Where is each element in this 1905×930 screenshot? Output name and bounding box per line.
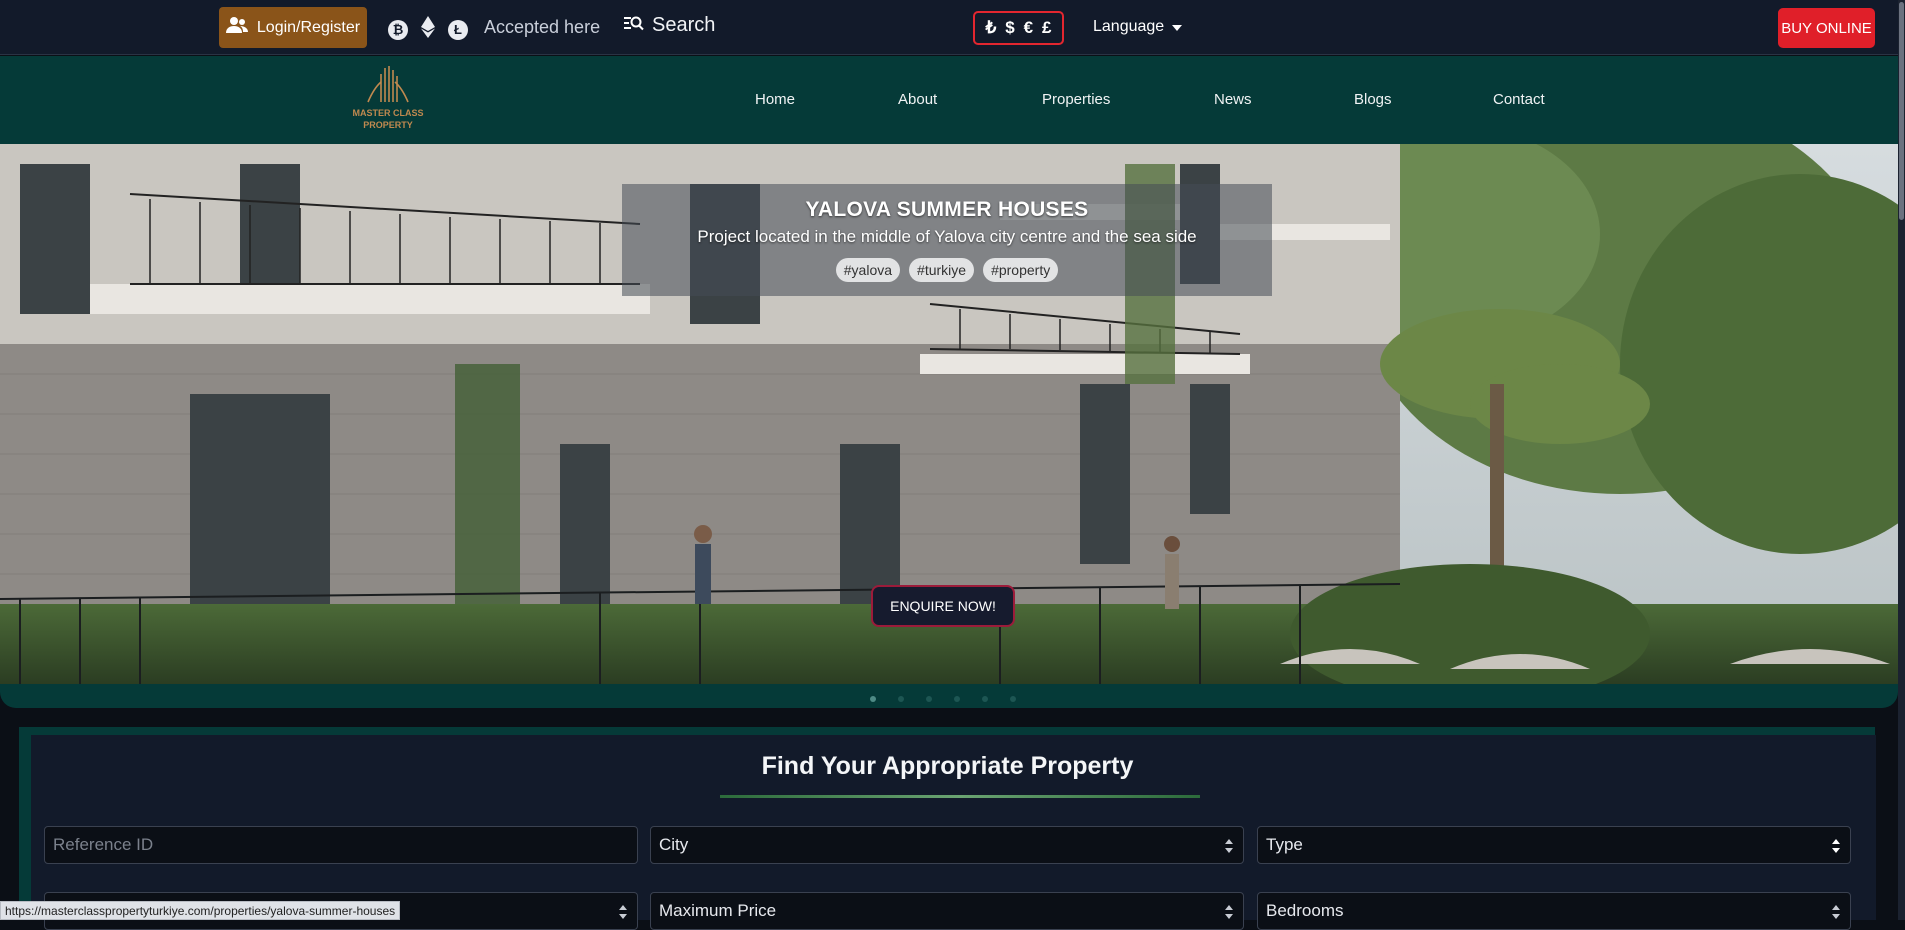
login-register-label: Login/Register [256, 18, 361, 36]
currency-usd[interactable]: $ [1005, 18, 1014, 38]
top-bar: Login/Register ₿ Ł Accepted here Search … [0, 0, 1905, 55]
ethereum-icon [420, 16, 436, 43]
select-arrows-icon [1225, 839, 1233, 853]
accepted-here-text: Accepted here [484, 17, 601, 37]
language-dropdown[interactable]: Language [1093, 18, 1183, 36]
enquire-now-button[interactable]: ENQUIRE NOW! [871, 585, 1015, 627]
search-label: Search [652, 14, 716, 36]
select-arrows-icon [1832, 905, 1840, 919]
main-navbar: MASTER CLASS PROPERTY Home About Propert… [0, 56, 1898, 144]
currency-switcher: ₺ $ € £ [973, 11, 1064, 45]
slider-dot[interactable] [954, 696, 960, 702]
city-select[interactable]: City [650, 826, 1244, 864]
select-arrows-icon [1832, 839, 1840, 853]
page-scrollbar[interactable] [1898, 0, 1905, 920]
nav-home[interactable]: Home [755, 91, 795, 108]
slider-dot[interactable] [1010, 696, 1016, 702]
users-icon [225, 16, 248, 39]
login-register-button[interactable]: Login/Register [219, 7, 367, 48]
hero-caption: YALOVA SUMMER HOUSES Project located in … [622, 184, 1272, 296]
slider-dot[interactable] [870, 696, 876, 702]
nav-properties[interactable]: Properties [1042, 91, 1110, 108]
nav-news[interactable]: News [1214, 91, 1252, 108]
site-logo[interactable]: MASTER CLASS PROPERTY [350, 62, 426, 142]
search-icon [624, 14, 644, 37]
buy-online-button[interactable]: BUY ONLINE [1778, 8, 1875, 48]
hero-tags: #yalova #turkiye #property [622, 258, 1272, 282]
logo-text: MASTER CLASS PROPERTY [352, 107, 423, 131]
search-button[interactable]: Search [624, 14, 715, 37]
slider-dot[interactable] [926, 696, 932, 702]
maximum-price-value: Maximum Price [659, 901, 777, 920]
currency-try[interactable]: ₺ [985, 18, 996, 38]
logo-line-1: MASTER CLASS [352, 108, 424, 118]
logo-line-2: PROPERTY [363, 120, 413, 130]
scrollbar-thumb[interactable] [1899, 2, 1904, 220]
nav-blogs[interactable]: Blogs [1354, 91, 1392, 108]
currency-gbp[interactable]: £ [1042, 18, 1051, 38]
maximum-price-select[interactable]: Maximum Price [650, 892, 1244, 930]
finder-title: Find Your Appropriate Property [761, 752, 1134, 780]
tag-yalova[interactable]: #yalova [835, 258, 901, 282]
browser-status-url: https://masterclasspropertyturkiye.com/p… [0, 901, 401, 920]
type-select[interactable]: Type [1257, 826, 1851, 864]
nav-about[interactable]: About [898, 91, 937, 108]
bedrooms-select[interactable]: Bedrooms [1257, 892, 1851, 930]
hero-subtitle: Project located in the middle of Yalova … [697, 227, 1197, 246]
reference-id-input[interactable]: Reference ID [44, 826, 638, 864]
litecoin-icon: Ł [448, 19, 468, 40]
select-arrows-icon [619, 905, 627, 919]
bitcoin-icon: ₿ [388, 19, 408, 40]
tag-turkiye[interactable]: #turkiye [909, 258, 975, 282]
logo-mark-icon [367, 66, 409, 103]
slider-dot[interactable] [982, 696, 988, 702]
caret-down-icon [1172, 18, 1183, 36]
nav-contact[interactable]: Contact [1493, 91, 1545, 108]
tag-property[interactable]: #property [983, 258, 1059, 282]
slider-dots [870, 696, 1016, 702]
hero-title: YALOVA SUMMER HOUSES [805, 198, 1089, 221]
currency-eur[interactable]: € [1024, 18, 1033, 38]
bedrooms-value: Bedrooms [1266, 901, 1344, 920]
slider-dot[interactable] [898, 696, 904, 702]
finder-title-underline [720, 795, 1200, 798]
city-select-value: City [659, 835, 689, 854]
crypto-icons: ₿ Ł [388, 16, 468, 43]
language-label: Language [1093, 18, 1165, 35]
type-select-value: Type [1266, 835, 1303, 854]
select-arrows-icon [1225, 905, 1233, 919]
